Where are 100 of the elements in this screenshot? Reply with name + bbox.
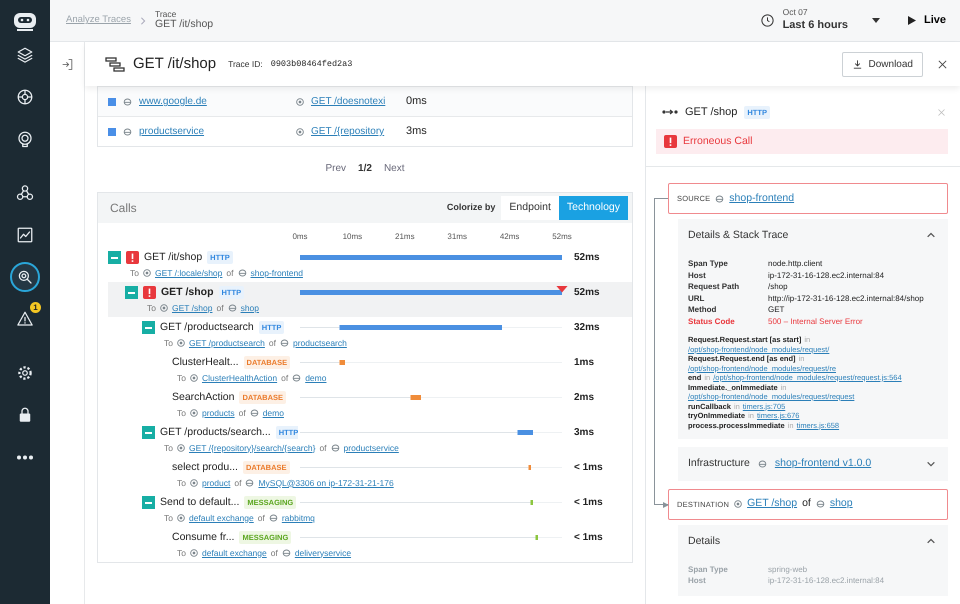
trace-id: 0903b08464fed2a3 xyxy=(270,58,352,70)
endpoint-link[interactable]: default exchange xyxy=(188,512,254,524)
service-icon xyxy=(292,374,302,382)
selection-marker xyxy=(556,286,568,292)
live-button[interactable]: Live xyxy=(894,0,960,41)
collapse-toggle[interactable] xyxy=(142,496,155,509)
timeline-icon xyxy=(105,56,125,72)
endpoint-link[interactable]: ClusterHealthAction xyxy=(202,372,278,384)
timeline-tick-label: 52ms xyxy=(552,231,572,243)
collapse-toggle[interactable] xyxy=(142,321,155,334)
service-link[interactable]: productservice xyxy=(139,124,289,139)
route-joiner: of xyxy=(270,546,278,560)
close-icon xyxy=(937,58,948,70)
call-name[interactable]: GET /shop xyxy=(161,284,214,300)
call-name[interactable]: GET /products/search... xyxy=(160,424,271,440)
service-link[interactable]: rabbitmq xyxy=(282,512,315,524)
endpoint-icon xyxy=(734,500,742,508)
call-title: GET /shop xyxy=(685,105,738,120)
field-label: Request Path xyxy=(688,281,740,292)
endpoint-link[interactable]: product xyxy=(202,476,230,490)
endpoint-icon xyxy=(176,339,185,347)
time-range-picker[interactable]: Oct 07 Last 6 hours xyxy=(746,0,894,41)
endpoint-link[interactable]: products xyxy=(202,406,235,420)
service-link[interactable]: demo xyxy=(305,372,326,384)
endpoint-icon xyxy=(176,444,185,452)
prev-link[interactable]: Prev xyxy=(325,161,346,176)
route-prefix: To xyxy=(147,302,156,314)
field-value: 500 – Internal Server Error xyxy=(768,316,863,327)
endpoint-link[interactable]: GET /{repository xyxy=(311,124,399,139)
service-link[interactable]: www.google.de xyxy=(139,94,289,109)
service-link[interactable]: shop xyxy=(830,496,853,512)
route-prefix: To xyxy=(177,476,186,490)
trace-id-label: Trace ID: xyxy=(228,58,263,70)
endpoint-link[interactable]: GET /:locale/shop xyxy=(154,266,222,280)
service-link[interactable]: MySQL@3306 on ip-172-31-21-176 xyxy=(258,476,394,490)
endpoint-link[interactable]: GET /{repository}/search/{search} xyxy=(188,442,316,454)
span-icon xyxy=(662,108,678,116)
collapse-toggle[interactable] xyxy=(125,286,138,299)
play-icon xyxy=(908,16,916,25)
gear-icon xyxy=(16,88,34,106)
service-icon xyxy=(123,98,132,106)
date-label: Oct 07 xyxy=(782,8,808,16)
nav-button[interactable]: 1 xyxy=(10,304,40,334)
call-name[interactable]: Send to default... xyxy=(160,494,240,510)
call-duration: 52ms xyxy=(574,251,600,265)
breadcrumb-title: GET /it/shop xyxy=(154,18,214,32)
colorize-toggle[interactable]: Technology xyxy=(558,196,628,220)
error-message: Erroneous Call xyxy=(683,134,752,148)
chevron-right-icon xyxy=(138,16,147,26)
service-link[interactable]: shop-frontend xyxy=(729,190,794,207)
download-button[interactable]: Download xyxy=(842,52,923,76)
service-icon xyxy=(280,339,289,347)
endpoint-link[interactable]: GET /shop xyxy=(747,496,798,512)
service-icon xyxy=(268,514,278,522)
endpoint-icon xyxy=(296,128,304,136)
timeline-tick-label: 31ms xyxy=(447,231,467,243)
colorize-toggle[interactable]: Endpoint xyxy=(501,196,559,220)
chart-icon xyxy=(16,226,34,244)
breadcrumb-link[interactable]: Analyze Traces xyxy=(66,13,131,28)
service-link[interactable]: productsearch xyxy=(293,336,347,350)
next-link[interactable]: Next xyxy=(384,161,405,176)
service-link[interactable]: deliveryservice xyxy=(294,546,352,560)
field-value: ip-172-31-16-128.ec2.internal:84 xyxy=(768,575,884,586)
service-link[interactable]: shop-frontend xyxy=(250,266,303,280)
call-name[interactable]: SearchAction xyxy=(172,390,234,406)
call-duration: < 1ms xyxy=(574,531,603,545)
endpoint-link[interactable]: GET /productsearch xyxy=(188,336,265,350)
collapse-toggle[interactable] xyxy=(108,251,121,264)
warning-icon xyxy=(16,310,34,328)
call-duration: < 1ms xyxy=(574,496,603,510)
nav-button[interactable] xyxy=(10,262,40,292)
call-name[interactable]: Consume fr... xyxy=(172,530,234,546)
endpoint-icon xyxy=(160,304,168,312)
endpoint-link[interactable]: default exchange xyxy=(202,546,267,560)
call-name[interactable]: GET /productsearch xyxy=(160,320,254,336)
call-duration: 1ms xyxy=(574,356,594,370)
route-joiner: of xyxy=(216,302,224,314)
endpoint-icon xyxy=(176,514,185,522)
service-icon xyxy=(715,194,724,203)
service-icon xyxy=(238,269,246,277)
route-joiner: of xyxy=(319,442,327,454)
call-duration: < 1ms xyxy=(574,461,603,475)
call-name[interactable]: select produ... xyxy=(172,460,238,476)
call-name[interactable]: GET /it/shop xyxy=(144,250,202,266)
time-range-value: Last 6 hours xyxy=(782,18,848,32)
endpoint-link[interactable]: GET /shop xyxy=(172,302,212,314)
breadcrumb-label: Trace xyxy=(154,10,178,18)
endpoint-link[interactable]: GET /doesnotexi xyxy=(311,94,399,109)
service-link[interactable]: productservice xyxy=(344,442,399,454)
error-icon xyxy=(664,134,677,148)
call-duration: 32ms xyxy=(574,321,600,335)
call-duration: 2ms xyxy=(574,391,594,405)
infrastructure-link[interactable]: shop-frontend v1.0.0 xyxy=(774,456,872,472)
route-prefix: To xyxy=(177,372,186,384)
field-label: Span Type xyxy=(688,258,729,270)
service-icon xyxy=(245,479,254,487)
service-link[interactable]: demo xyxy=(262,406,284,420)
service-link[interactable]: shop xyxy=(240,302,259,314)
collapse-toggle[interactable] xyxy=(142,426,155,439)
call-name[interactable]: ClusterHealt... xyxy=(172,354,239,370)
